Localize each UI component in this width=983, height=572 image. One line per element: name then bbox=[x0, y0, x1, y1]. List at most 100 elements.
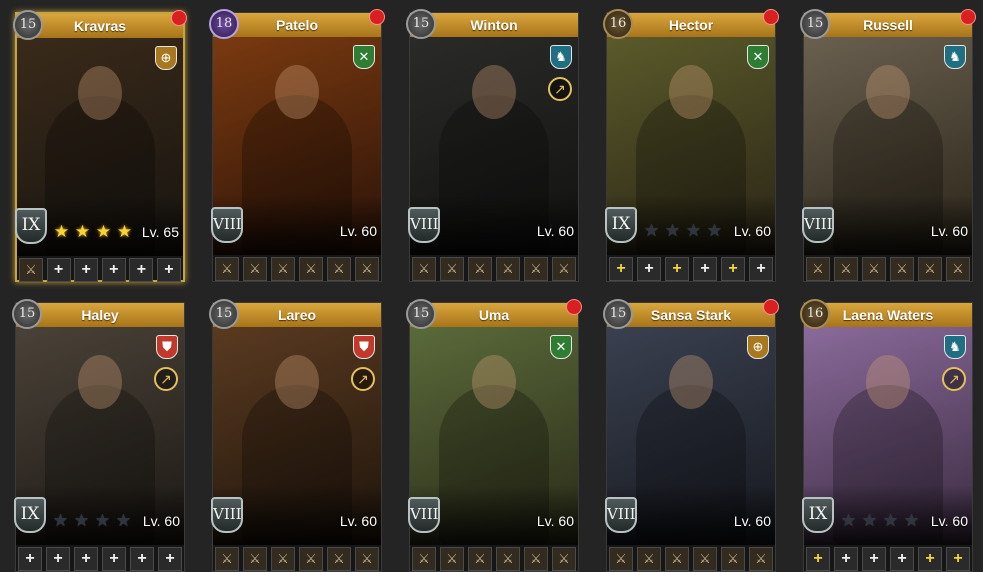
equipment-item-icon[interactable]: ⚔ bbox=[440, 257, 464, 281]
empty-slot-plus-icon[interactable]: + bbox=[101, 258, 126, 282]
equipment-slots: ⚔ ⚔ ⚔ ⚔ ⚔ ⚔ bbox=[215, 547, 379, 571]
notification-dot bbox=[171, 10, 187, 26]
equipment-item-icon[interactable]: ⚔ bbox=[918, 257, 942, 281]
star-icon: ★ bbox=[685, 221, 702, 240]
equipment-item-icon[interactable]: ⚔ bbox=[834, 257, 858, 281]
empty-slot-plus-icon[interactable]: + bbox=[129, 258, 154, 282]
equipment-item-icon[interactable]: ⚔ bbox=[609, 547, 633, 571]
equipment-item-icon[interactable]: ⚔ bbox=[890, 257, 914, 281]
notification-dot bbox=[960, 9, 976, 25]
equipment-item-icon[interactable]: ⚔ bbox=[412, 547, 436, 571]
equipment-item-icon[interactable]: ⚔ bbox=[271, 547, 295, 571]
hero-card[interactable]: Uma 15 ✕ VIII Lv. 60 ⚔ ⚔ ⚔ ⚔ ⚔ ⚔ bbox=[406, 299, 582, 572]
equipment-item-icon[interactable]: ⚔ bbox=[299, 257, 323, 281]
empty-slot-plus-icon[interactable]: + bbox=[665, 257, 689, 281]
empty-slot-plus-icon[interactable]: + bbox=[918, 547, 942, 571]
horse-icon: ♞ bbox=[944, 335, 966, 359]
empty-slot-plus-icon[interactable]: + bbox=[946, 547, 970, 571]
empty-slot-plus-icon[interactable]: + bbox=[158, 547, 182, 571]
empty-slot-plus-icon[interactable]: + bbox=[102, 547, 126, 571]
equipment-item-icon[interactable]: ⚔ bbox=[355, 547, 379, 571]
hero-card[interactable]: Winton 15 ♞ ↗ VIII Lv. 60 ⚔ ⚔ ⚔ ⚔ ⚔ ⚔ bbox=[406, 9, 579, 282]
hero-card[interactable]: Haley 15 ⛊ ↗ IX ★ ★ ★ ★ Lv. 60 + + + + + + bbox=[12, 299, 185, 572]
hero-level: Lv. 60 bbox=[930, 223, 968, 239]
equipment-item-icon[interactable]: ⚔ bbox=[496, 547, 520, 571]
shield-icon: ⛊ bbox=[353, 335, 375, 359]
rank-badge: 15 bbox=[800, 9, 830, 39]
empty-slot-plus-icon[interactable]: + bbox=[46, 547, 70, 571]
star-icon: ★ bbox=[882, 511, 899, 530]
hero-card[interactable]: Kravras 15 ⊕ IX ★ ★ ★ ★ Lv. 65 ⚔ + + + + + bbox=[13, 10, 187, 282]
equipment-item-icon[interactable]: ⚔ bbox=[468, 547, 492, 571]
equipment-item-icon[interactable]: ⚔ bbox=[468, 257, 492, 281]
equipment-item-icon[interactable]: ⚔ bbox=[806, 257, 830, 281]
equipment-item-icon[interactable]: ⚔ bbox=[327, 257, 351, 281]
rank-badge: 15 bbox=[12, 299, 42, 329]
tier-badge: IX bbox=[15, 208, 47, 244]
equipment-item-icon[interactable]: ⚔ bbox=[637, 547, 661, 571]
rank-badge: 15 bbox=[406, 9, 436, 39]
empty-slot-plus-icon[interactable]: + bbox=[806, 547, 830, 571]
portrait-head bbox=[669, 65, 713, 119]
empty-slot-plus-icon[interactable]: + bbox=[74, 547, 98, 571]
equipment-item-icon[interactable]: ⚔ bbox=[524, 257, 548, 281]
empty-slot-plus-icon[interactable]: + bbox=[46, 258, 71, 282]
equipment-item-icon[interactable]: ⚔ bbox=[299, 547, 323, 571]
hero-level: Lv. 60 bbox=[733, 513, 771, 529]
equipment-item-icon[interactable]: ⚔ bbox=[243, 257, 267, 281]
hero-card[interactable]: Sansa Stark 15 ⊕ VIII Lv. 60 ⚔ ⚔ ⚔ ⚔ ⚔ ⚔ bbox=[603, 299, 779, 572]
hero-card[interactable]: Lareo 15 ⛊ ↗ VIII Lv. 60 ⚔ ⚔ ⚔ ⚔ ⚔ ⚔ bbox=[209, 299, 382, 572]
empty-slot-plus-icon[interactable]: + bbox=[749, 257, 773, 281]
hero-card[interactable]: Laena Waters 16 ♞ ↗ IX ★ ★ ★ ★ Lv. 60 + + + + + + bbox=[800, 299, 973, 572]
equipment-item-icon[interactable]: ⚔ bbox=[327, 547, 351, 571]
star-rating: ★ ★ ★ ★ bbox=[641, 221, 725, 241]
equipment-item-icon[interactable]: ⚔ bbox=[946, 257, 970, 281]
empty-slot-plus-icon[interactable]: + bbox=[721, 257, 745, 281]
equipment-item-icon[interactable]: ⚔ bbox=[552, 257, 576, 281]
empty-slot-plus-icon[interactable]: + bbox=[156, 258, 181, 282]
star-icon: ★ bbox=[52, 511, 69, 530]
equipment-item-icon[interactable]: ⚔ bbox=[215, 257, 239, 281]
star-icon: ★ bbox=[903, 511, 920, 530]
equipment-item-icon[interactable]: ⚔ bbox=[721, 547, 745, 571]
empty-slot-plus-icon[interactable]: + bbox=[693, 257, 717, 281]
portrait-head bbox=[866, 65, 910, 119]
empty-slot-plus-icon[interactable]: + bbox=[18, 547, 42, 571]
equipment-item-icon[interactable]: ⚔ bbox=[412, 257, 436, 281]
equipment-item-icon[interactable]: ⚔ bbox=[552, 547, 576, 571]
equipment-item-icon[interactable]: ⚔ bbox=[19, 258, 43, 282]
equipment-item-icon[interactable]: ⚔ bbox=[355, 257, 379, 281]
empty-slot-plus-icon[interactable]: + bbox=[890, 547, 914, 571]
empty-slot-plus-icon[interactable]: + bbox=[862, 547, 886, 571]
star-rating: ★ ★ ★ ★ bbox=[838, 511, 922, 531]
hero-card[interactable]: Hector 16 ✕ IX ★ ★ ★ ★ Lv. 60 + + + + + + bbox=[603, 9, 779, 282]
rank-badge: 15 bbox=[209, 299, 239, 329]
equipment-slots: ⚔ + + + + + bbox=[19, 258, 181, 282]
tier-badge: IX bbox=[802, 497, 834, 533]
equipment-item-icon[interactable]: ⚔ bbox=[693, 547, 717, 571]
empty-slot-plus-icon[interactable]: + bbox=[637, 257, 661, 281]
equipment-item-icon[interactable]: ⚔ bbox=[665, 547, 689, 571]
empty-slot-plus-icon[interactable]: + bbox=[74, 258, 99, 282]
equipment-item-icon[interactable]: ⚔ bbox=[862, 257, 886, 281]
hero-card[interactable]: Patelo 18 ✕ VIII Lv. 60 ⚔ ⚔ ⚔ ⚔ ⚔ ⚔ bbox=[209, 9, 385, 282]
rank-badge: 18 bbox=[209, 9, 239, 39]
star-icon: ★ bbox=[116, 222, 133, 241]
hero-card[interactable]: Russell 15 ♞ VIII Lv. 60 ⚔ ⚔ ⚔ ⚔ ⚔ ⚔ bbox=[800, 9, 976, 282]
empty-slot-plus-icon[interactable]: + bbox=[130, 547, 154, 571]
equipment-item-icon[interactable]: ⚔ bbox=[440, 547, 464, 571]
hero-level: Lv. 60 bbox=[733, 223, 771, 239]
spear-skill-icon: ↗ bbox=[548, 77, 572, 101]
rank-badge: 15 bbox=[13, 10, 43, 40]
equipment-item-icon[interactable]: ⚔ bbox=[749, 547, 773, 571]
equipment-item-icon[interactable]: ⚔ bbox=[243, 547, 267, 571]
rank-badge: 16 bbox=[603, 9, 633, 39]
empty-slot-plus-icon[interactable]: + bbox=[834, 547, 858, 571]
notification-dot bbox=[763, 299, 779, 315]
empty-slot-plus-icon[interactable]: + bbox=[609, 257, 633, 281]
equipment-item-icon[interactable]: ⚔ bbox=[496, 257, 520, 281]
hero-level: Lv. 60 bbox=[339, 513, 377, 529]
equipment-item-icon[interactable]: ⚔ bbox=[271, 257, 295, 281]
equipment-item-icon[interactable]: ⚔ bbox=[215, 547, 239, 571]
equipment-item-icon[interactable]: ⚔ bbox=[524, 547, 548, 571]
